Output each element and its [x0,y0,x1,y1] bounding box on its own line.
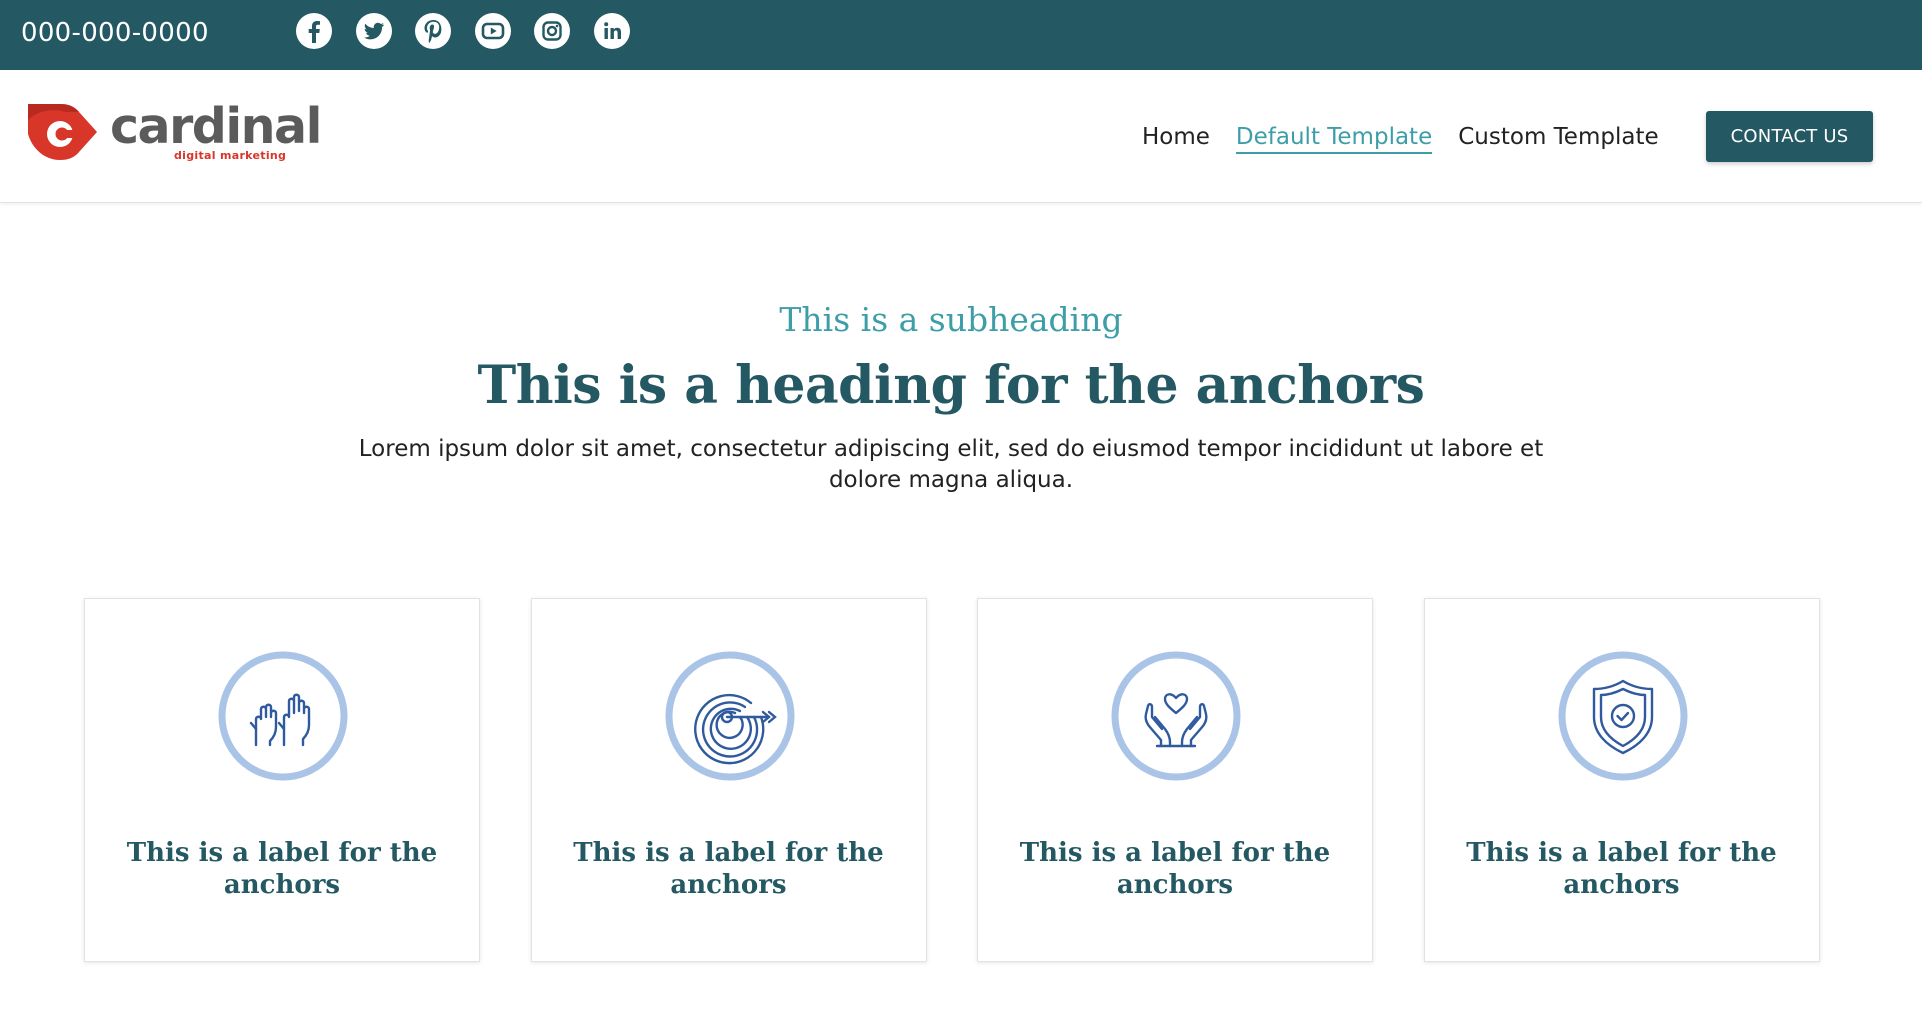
phone-number[interactable]: 000-000-0000 [21,18,209,48]
top-bar: 000-000-0000 [0,0,1922,70]
pinterest-icon[interactable] [414,12,452,50]
primary-nav: Home Default Template Custom Template [1142,123,1685,154]
youtube-icon[interactable] [474,12,512,50]
cardinal-logo[interactable]: cardinal digital marketing [26,100,322,164]
shield-check-icon [1558,651,1688,781]
anchor-card-label: This is a label for the anchors [573,838,884,900]
hands-heart-icon [1111,651,1241,781]
twitter-icon[interactable] [355,12,393,50]
instagram-icon[interactable] [533,12,571,50]
anchor-card[interactable]: This is a label for the anchors [977,598,1373,962]
anchor-card[interactable]: This is a label for the anchors [84,598,480,962]
target-icon [665,651,795,781]
anchor-card-label: This is a label for the anchors [126,838,438,900]
anchor-card-label: This is a label for the anchors [1019,838,1331,900]
nav-item-home[interactable]: Home [1142,123,1210,154]
section-intro-text: Lorem ipsum dolor sit amet, consectetur … [358,436,1544,493]
contact-us-button[interactable]: CONTACT US [1706,111,1873,162]
section-subheading: This is a subheading [779,300,1123,339]
nav-item-default-template[interactable]: Default Template [1235,123,1433,154]
main-navbar: cardinal digital marketing Home Default … [0,70,1922,203]
anchor-card[interactable]: This is a label for the anchors [1423,598,1820,962]
facebook-icon[interactable] [295,12,333,50]
logo-wordmark: cardinal [110,98,322,155]
anchor-cards: This is a label for the anchors This is … [84,598,1820,962]
linkedin-icon[interactable] [593,12,631,50]
section-heading: This is a heading for the anchors [477,355,1425,416]
cardinal-logo-mark-icon [28,104,97,160]
anchor-card[interactable]: This is a label for the anchors [530,598,927,962]
social-links [295,12,652,50]
logo-tagline: digital marketing [174,149,287,162]
raised-hands-icon [218,651,348,781]
anchor-card-label: This is a label for the anchors [1466,838,1777,900]
nav-item-custom-template[interactable]: Custom Template [1458,123,1658,154]
